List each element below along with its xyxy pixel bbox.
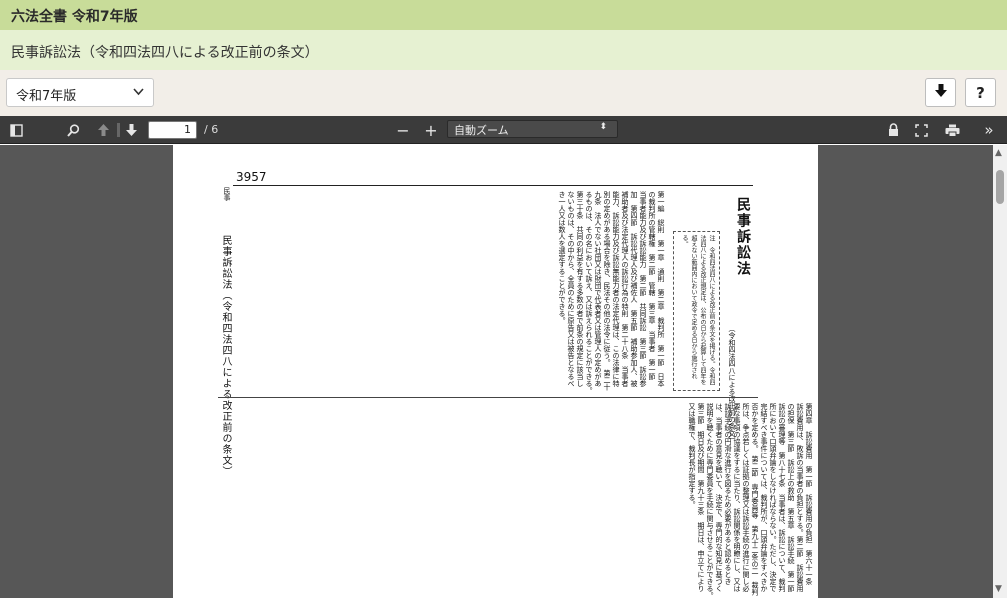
pdf-page: 3957 民事 民事訴訟法（令和四法四八による改正前の条文） 民事訴訟法 （令和…: [173, 145, 818, 598]
section-divider: [218, 397, 758, 398]
scroll-up-icon[interactable]: ▲: [995, 148, 1002, 158]
previous-page-icon[interactable]: [96, 121, 110, 139]
year-edition-select[interactable]: 令和7年版: [6, 78, 154, 107]
sidebar-toggle-icon[interactable]: [9, 121, 23, 139]
lower-text-block: 第四章 訴訟費用 第一節 訴訟費用の負担 第六十一条 訴訟費用は、敗訴の当事者の…: [688, 403, 813, 598]
page-number-input[interactable]: 1: [148, 121, 197, 139]
select-caret-icon: ⬍: [599, 122, 607, 132]
pdf-viewer-area[interactable]: 3957 民事 民事訴訟法（令和四法四八による改正前の条文） 民事訴訟法 （令和…: [0, 145, 1007, 598]
scroll-down-icon[interactable]: ▼: [995, 584, 1002, 594]
app-title: 六法全書 令和7年版: [11, 9, 138, 25]
viewer-scrollbar[interactable]: ▲ ▼: [993, 145, 1007, 598]
upper-text-block: 第一編 総則 第一章 通則 第二章 裁判所 第一節 日本の裁判所の管轄権 第二節…: [558, 191, 665, 391]
toolbar-separator: [117, 123, 120, 137]
print-icon[interactable]: [944, 121, 960, 139]
note-box: 注 令和四法四八による改正前の条文を掲げる。令和四法四八による改正規定は、公布の…: [673, 231, 720, 391]
zoom-level-select[interactable]: 自動ズーム ⬍: [447, 120, 618, 138]
fullscreen-icon[interactable]: [914, 121, 928, 139]
chevron-down-icon: [132, 84, 145, 103]
zoom-level-value: 自動ズーム: [454, 124, 509, 137]
document-subtitle-bar: 民事訴訟法（令和四法四八による改正前の条文）: [0, 30, 1007, 70]
lock-icon: [886, 121, 900, 139]
zoom-out-button[interactable]: −: [396, 121, 410, 140]
next-page-icon[interactable]: [124, 121, 138, 139]
control-bar: 令和7年版 ?: [0, 70, 1007, 116]
more-tools-icon[interactable]: »: [981, 121, 997, 139]
pdf-viewer-toolbar: 1 / 6 − + 自動ズーム ⬍ »: [0, 116, 1007, 144]
year-select-value: 令和7年版: [16, 89, 77, 104]
help-button[interactable]: ?: [965, 78, 996, 107]
help-label: ?: [976, 83, 985, 102]
zoom-in-button[interactable]: +: [424, 121, 438, 140]
download-arrow-icon: [934, 83, 948, 103]
search-icon[interactable]: [66, 121, 80, 139]
document-subtitle: 民事訴訟法（令和四法四八による改正前の条文）: [11, 45, 319, 61]
page-total-label: / 6: [204, 123, 219, 136]
scrollbar-thumb[interactable]: [996, 170, 1004, 204]
app-title-bar: 六法全書 令和7年版: [0, 0, 1007, 30]
page-header-rule: [233, 185, 753, 186]
download-button[interactable]: [925, 78, 956, 107]
law-title: 民事訴訟法: [735, 197, 751, 277]
side-heading: 民事: [223, 187, 231, 201]
page-number-label: 3957: [236, 170, 267, 184]
